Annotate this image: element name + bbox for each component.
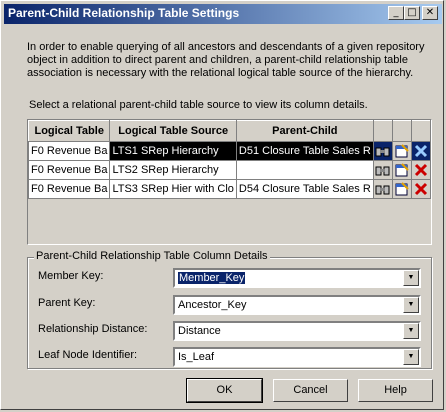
- relationship-distance-label: Relationship Distance:: [38, 323, 148, 335]
- cell-logical-table-source[interactable]: LTS3 SRep Hier with Clo: [109, 179, 237, 199]
- header-parent-child[interactable]: Parent-Child: [235, 120, 374, 142]
- cancel-button[interactable]: Cancel: [273, 379, 348, 402]
- cell-parent-child[interactable]: D51 Closure Table Sales R: [235, 141, 374, 161]
- chevron-down-icon[interactable]: ▼: [403, 270, 419, 286]
- title-bar[interactable]: Parent-Child Relationship Table Settings…: [4, 4, 442, 24]
- parent-key-select[interactable]: Ancestor_Key ▼: [173, 295, 421, 315]
- cell-parent-child[interactable]: [235, 160, 374, 180]
- edit-button[interactable]: [391, 179, 412, 199]
- leaf-node-identifier-select[interactable]: Is_Leaf ▼: [173, 347, 421, 367]
- cell-logical-table[interactable]: F0 Revenue Ba: [27, 141, 111, 161]
- dialog-window: Parent-Child Relationship Table Settings…: [0, 0, 444, 410]
- table-row[interactable]: F0 Revenue Ba LTS2 SRep Hierarchy: [27, 160, 432, 180]
- minimize-button[interactable]: _: [388, 6, 404, 20]
- cell-parent-child[interactable]: D54 Closure Table Sales R: [235, 179, 374, 199]
- member-key-select[interactable]: Member_Key ▼: [173, 268, 421, 288]
- delete-icon: [414, 182, 427, 196]
- relationship-distance-value: Distance: [178, 325, 221, 337]
- edit-button[interactable]: [391, 160, 412, 180]
- maximize-button[interactable]: □: [404, 6, 420, 20]
- member-key-label: Member Key:: [38, 270, 104, 282]
- browse-icon: [375, 185, 390, 195]
- browse-button[interactable]: [372, 141, 393, 161]
- leaf-node-identifier-value: Is_Leaf: [178, 351, 215, 363]
- delete-button[interactable]: [410, 160, 432, 180]
- browse-icon: [375, 147, 390, 157]
- edit-table-icon: [395, 163, 409, 177]
- leaf-node-identifier-label: Leaf Node Identifier:: [38, 349, 138, 361]
- header-logical-table[interactable]: Logical Table: [27, 120, 111, 142]
- delete-button[interactable]: [410, 179, 432, 199]
- delete-icon: [414, 163, 427, 177]
- cell-logical-table-source[interactable]: LTS2 SRep Hierarchy: [109, 160, 237, 180]
- instruction-text: Select a relational parent-child table s…: [29, 99, 368, 111]
- help-button[interactable]: Help: [358, 379, 433, 402]
- chevron-down-icon[interactable]: ▼: [403, 297, 419, 313]
- window-title: Parent-Child Relationship Table Settings: [8, 6, 240, 20]
- close-button[interactable]: ✕: [422, 6, 438, 20]
- header-blank-1: [372, 120, 393, 142]
- cell-logical-table[interactable]: F0 Revenue Ba: [27, 179, 111, 199]
- cell-logical-table-source[interactable]: LTS1 SRep Hierarchy: [109, 141, 237, 161]
- cell-logical-table[interactable]: F0 Revenue Ba: [27, 160, 111, 180]
- delete-button[interactable]: [410, 141, 432, 161]
- member-key-value: Member_Key: [178, 272, 246, 284]
- edit-table-icon: [395, 182, 409, 196]
- parent-key-label: Parent Key:: [38, 297, 96, 309]
- group-legend: Parent-Child Relationship Table Column D…: [34, 250, 270, 262]
- grid-header-row: Logical Table Logical Table Source Paren…: [27, 120, 432, 142]
- browse-button[interactable]: [372, 160, 393, 180]
- table-row[interactable]: F0 Revenue Ba LTS1 SRep Hierarchy D51 Cl…: [27, 141, 432, 161]
- lts-grid[interactable]: Logical Table Logical Table Source Paren…: [27, 119, 432, 245]
- delete-icon: [414, 144, 427, 158]
- header-blank-2: [391, 120, 412, 142]
- description-text: In order to enable querying of all ances…: [27, 41, 425, 79]
- browse-icon: [375, 166, 390, 176]
- edit-button[interactable]: [391, 141, 412, 161]
- table-row[interactable]: F0 Revenue Ba LTS3 SRep Hier with Clo D5…: [27, 179, 432, 199]
- chevron-down-icon[interactable]: ▼: [403, 349, 419, 365]
- ok-button[interactable]: OK: [186, 378, 263, 403]
- browse-button[interactable]: [372, 179, 393, 199]
- column-details-group: Parent-Child Relationship Table Column D…: [27, 250, 432, 369]
- relationship-distance-select[interactable]: Distance ▼: [173, 321, 421, 341]
- edit-table-icon: [395, 144, 409, 158]
- header-blank-3: [410, 120, 432, 142]
- chevron-down-icon[interactable]: ▼: [403, 323, 419, 339]
- header-logical-table-source[interactable]: Logical Table Source: [109, 120, 237, 142]
- parent-key-value: Ancestor_Key: [178, 299, 247, 311]
